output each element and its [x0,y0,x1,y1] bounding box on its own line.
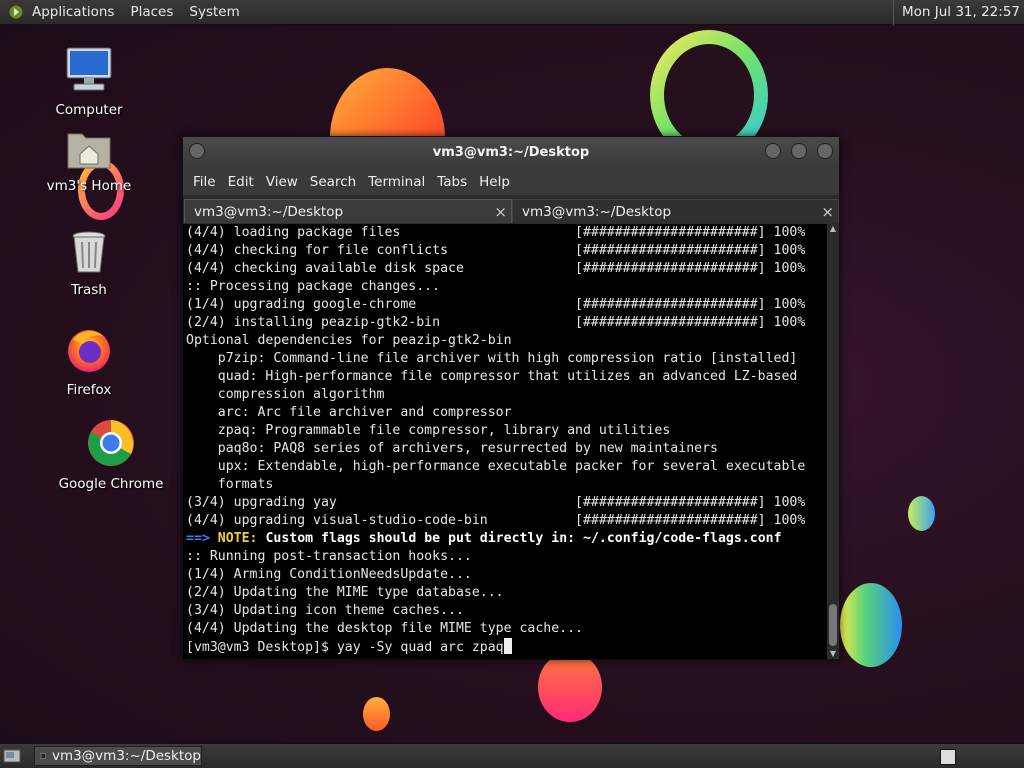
menu-help[interactable]: Help [479,174,510,190]
output-line: (4/4) loading package files [###########… [186,225,806,240]
show-desktop-icon[interactable] [3,748,21,764]
note-text: Custom flags should be put directly in: … [265,531,782,546]
applications-menu[interactable]: Applications [32,4,114,20]
taskbar-label: vm3@vm3:~/Desktop [51,748,201,764]
desktop-icon-home[interactable]: vm3's Home [46,128,132,194]
output-line: (4/4) checking for file conflicts [#####… [186,243,806,258]
menu-terminal[interactable]: Terminal [368,174,425,190]
desktop-icon-chrome[interactable]: Google Chrome [58,418,164,492]
system-menu[interactable]: System [189,4,239,20]
clock[interactable]: Mon Jul 31, 22:57 [893,0,1020,25]
maximize-button[interactable] [791,143,807,159]
note-line: ==> NOTE: Custom flags should be put dir… [183,530,827,548]
output-line: (4/4) Updating the desktop file MIME typ… [186,621,583,636]
note-label: NOTE: [217,531,258,546]
output-line: (1/4) Arming ConditionNeedsUpdate... [186,567,472,582]
computer-icon [66,47,112,91]
output-line: zpaq: Programmable file compressor, libr… [186,423,671,438]
text-cursor [503,638,512,654]
top-panel: Applications Places System Mon Jul 31, 2… [0,0,1024,25]
output-line: quad: High-performance file compressor t… [186,369,798,384]
chrome-icon [88,420,134,466]
tab-1[interactable]: vm3@vm3:~/Desktop × [184,199,512,223]
taskbar-terminal-button[interactable]: vm3@vm3:~/Desktop [34,746,202,766]
output-line: compression algorithm [186,387,385,402]
desktop-icon-computer[interactable]: Computer [50,46,128,118]
output-line: :: Running post-transaction hooks... [186,549,472,564]
window-title: vm3@vm3:~/Desktop [432,145,590,160]
output-line: (3/4) Updating icon theme caches... [186,603,464,618]
shell-prompt: [vm3@vm3 Desktop]$ [186,640,337,655]
trash-icon [72,231,106,273]
output-line: (4/4) checking available disk space [###… [186,261,806,276]
output-line: p7zip: Command-line file archiver with h… [186,351,798,366]
output-line: (3/4) upgrading yay [###################… [186,495,806,510]
terminal-window: vm3@vm3:~/Desktop File Edit View Search … [182,136,840,660]
terminal-menubar: File Edit View Search Terminal Tabs Help [183,169,839,195]
tab-close-icon[interactable]: × [494,203,507,221]
desktop-icon-firefox[interactable]: Firefox [50,326,128,398]
menu-view[interactable]: View [266,174,298,190]
command-input[interactable]: yay -Sy quad arc zpaq [337,640,504,655]
scroll-up-arrow-icon[interactable]: ▲ [827,224,839,234]
output-line: Optional dependencies for peazip-gtk2-bi… [186,333,512,348]
terminal-icon [40,753,46,759]
output-line: (2/4) installing peazip-gtk2-bin [######… [186,315,806,330]
tab-2[interactable]: vm3@vm3:~/Desktop × [512,199,839,223]
menu-search[interactable]: Search [310,174,356,190]
desktop-icon-label: vm3's Home [46,178,132,194]
home-folder-icon [67,133,111,169]
wallpaper-tiny-blob [363,697,390,731]
tab-bar: vm3@vm3:~/Desktop × vm3@vm3:~/Desktop × [183,197,839,223]
desktop-icon-trash[interactable]: Trash [50,230,128,298]
minimize-button[interactable] [765,143,781,159]
wallpaper-blue-blob [840,583,902,667]
output-line: arc: Arc file archiver and compressor [186,405,512,420]
firefox-icon [68,330,110,372]
workspace-switcher[interactable] [940,749,956,765]
close-button[interactable] [817,143,833,159]
output-line: formats [186,477,274,492]
scroll-down-arrow-icon[interactable]: ▼ [827,649,839,659]
tab-label: vm3@vm3:~/Desktop [522,203,672,220]
menu-edit[interactable]: Edit [228,174,254,190]
window-titlebar[interactable]: vm3@vm3:~/Desktop [183,137,839,169]
desktop-icon-label: Computer [55,102,123,118]
scrollbar-thumb[interactable] [829,604,837,646]
output-line: (4/4) upgrading visual-studio-code-bin [… [186,513,806,528]
menu-file[interactable]: File [193,174,216,190]
main-menu-logo-icon[interactable] [8,4,24,20]
note-arrow: ==> [186,531,210,546]
places-menu[interactable]: Places [130,4,173,20]
tab-label: vm3@vm3:~/Desktop [194,203,344,220]
prompt-line[interactable]: [vm3@vm3 Desktop]$ yay -Sy quad arc zpaq [183,638,827,656]
output-line: paq8o: PAQ8 series of archivers, resurre… [186,441,718,456]
tab-close-icon[interactable]: × [821,203,834,221]
menu-tabs[interactable]: Tabs [437,174,467,190]
output-line: upx: Extendable, high-performance execut… [186,459,806,474]
output-line: (2/4) Updating the MIME type database... [186,585,504,600]
output-line: :: Processing package changes... [186,279,441,294]
desktop-icon-label: Google Chrome [58,476,164,492]
wallpaper-small-blob [908,496,935,531]
output-line: (1/4) upgrading google-chrome [#########… [186,297,806,312]
wallpaper-pink-blob [538,652,602,722]
terminal-scrollbar[interactable]: ▲ ▼ [827,224,839,659]
bottom-panel: vm3@vm3:~/Desktop [0,743,1024,768]
desktop-icon-label: Trash [71,282,107,298]
terminal-output[interactable]: (4/4) loading package files [###########… [183,224,827,659]
desktop-icon-label: Firefox [66,382,112,398]
